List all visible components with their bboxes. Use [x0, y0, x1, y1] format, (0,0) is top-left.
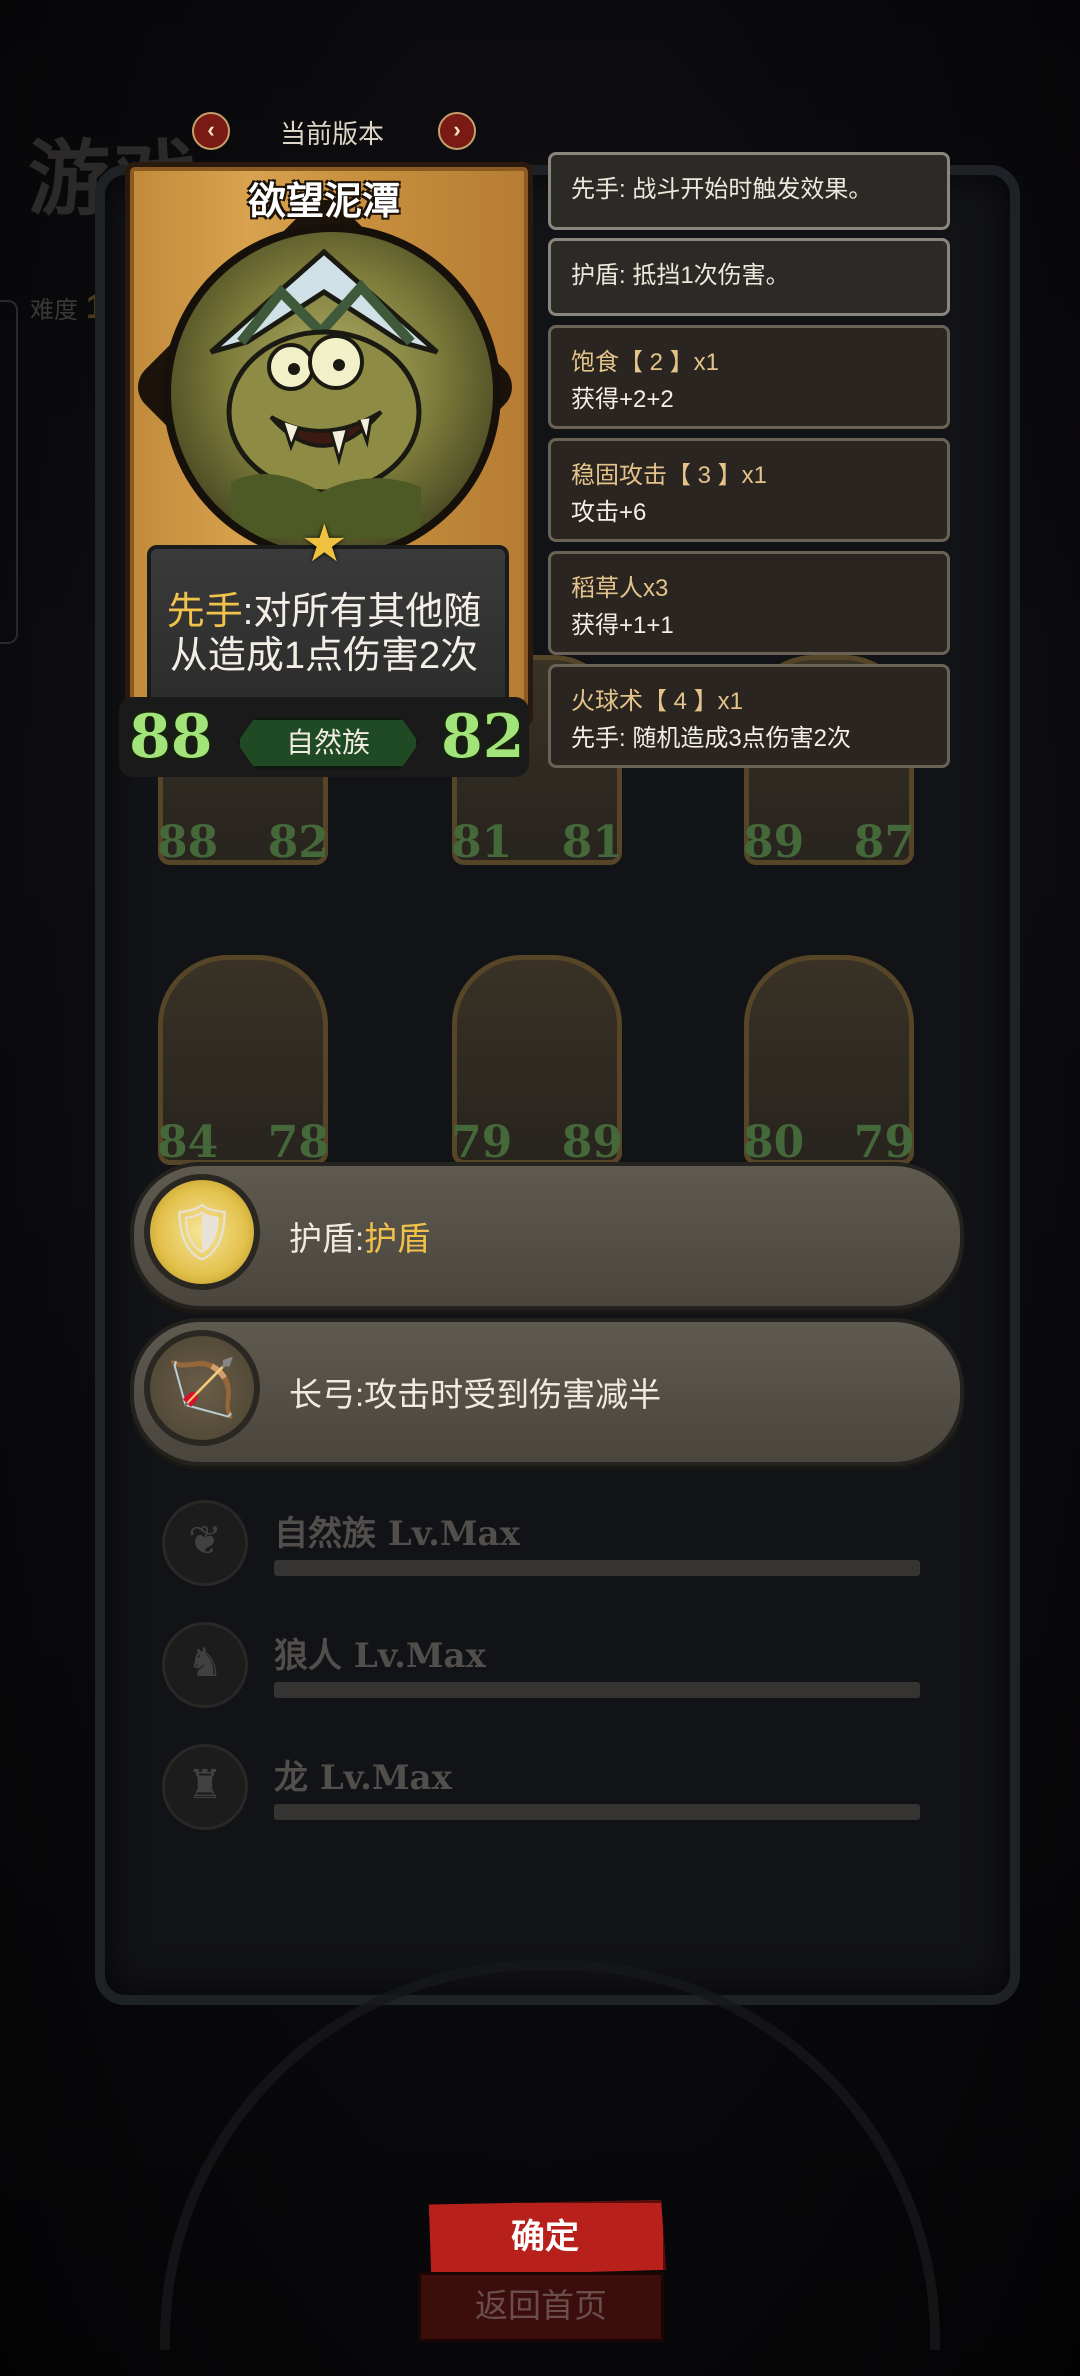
- item-effect: 先手: 随机造成3点伤害2次: [571, 725, 852, 752]
- ability-bar-longbow[interactable]: 🏹 长弓:攻击时受到伤害减半: [130, 1318, 964, 1466]
- ability-text: 长弓:攻击时受到伤害减半: [289, 1368, 661, 1416]
- ability-text: 护盾:护盾: [289, 1212, 430, 1260]
- item-name: 稻草人x3: [571, 575, 669, 602]
- grid-card-attack: 80: [743, 1117, 805, 1168]
- item-effect: 获得+2+2: [571, 386, 674, 413]
- grid-card-attack: 84: [157, 1117, 219, 1168]
- item-name: 稳固攻击【 3 】x1: [571, 462, 768, 489]
- difficulty-label: 难度1: [30, 288, 105, 327]
- tooltip-text: 护盾: 抵挡1次伤害。: [571, 262, 790, 289]
- ability-bar-shield[interactable]: 🛡 护盾:护盾: [130, 1162, 964, 1310]
- tooltip-text: 先手: 战斗开始时触发效果。: [571, 176, 873, 203]
- card-health: 82: [441, 702, 525, 772]
- swamp-monster-art: [209, 248, 439, 538]
- item-effect: 获得+1+1: [571, 612, 674, 639]
- grid-card-attack: 88: [157, 817, 219, 868]
- grid-card-health: 79: [853, 1117, 915, 1168]
- item-tooltip: 饱食【 2 】x1 获得+2+2: [548, 325, 950, 429]
- grid-card[interactable]: 79 89: [451, 955, 623, 1168]
- werewolf-emblem-icon: ♞: [162, 1622, 248, 1708]
- grid-card-attack: 81: [451, 817, 513, 868]
- item-name: 饱食【 2 】x1: [571, 349, 720, 376]
- item-tooltip: 火球术【 4 】x1 先手: 随机造成3点伤害2次: [548, 664, 950, 768]
- card-attack: 88: [129, 702, 213, 772]
- grid-card[interactable]: 84 78: [157, 955, 329, 1168]
- grid-card-health: 81: [561, 817, 623, 868]
- ability-value: 攻击时受到伤害减半: [364, 1376, 662, 1413]
- shield-hero-icon: 🛡: [144, 1174, 260, 1290]
- grid-card-health: 82: [267, 817, 329, 868]
- nature-emblem-icon: ❦: [162, 1500, 248, 1586]
- minion-card-detail: 欲望泥潭 ★ 先手:对所有其他随从造成1点伤害2次 88 自然族 82: [119, 162, 533, 780]
- confirm-button[interactable]: 确定: [428, 2200, 666, 2276]
- card-name: 欲望泥潭: [247, 181, 400, 223]
- grid-card-attack: 79: [451, 1117, 513, 1168]
- card-description: 先手:对所有其他随从造成1点伤害2次: [151, 590, 497, 678]
- left-side-tab[interactable]: [0, 300, 18, 644]
- chevron-right-icon[interactable]: ›: [438, 112, 476, 150]
- grid-card-health: 87: [853, 817, 915, 868]
- item-tooltip: 稳固攻击【 3 】x1 攻击+6: [548, 438, 950, 542]
- tribe-level-row: ♜ 龙 Lv.Max: [162, 1744, 922, 1834]
- grid-card-attack: 89: [743, 817, 805, 868]
- tribe-level-progress: [274, 1682, 920, 1698]
- ability-value: 护盾: [364, 1220, 431, 1257]
- ability-separator: :: [355, 1376, 365, 1413]
- grid-card-health: 89: [561, 1117, 623, 1168]
- difficulty-text: 难度: [30, 297, 78, 324]
- tribe-level-label: 狼人 Lv.Max: [274, 1636, 486, 1676]
- return-home-button[interactable]: 返回首页: [418, 2272, 664, 2342]
- item-name: 火球术【 4 】x1: [571, 688, 744, 715]
- grid-card[interactable]: 80 79: [743, 955, 915, 1168]
- version-label: 当前版本: [280, 119, 385, 149]
- item-effect: 攻击+6: [571, 499, 647, 526]
- keyword-tooltip: 先手: 战斗开始时触发效果。: [548, 152, 950, 230]
- ability-separator: :: [355, 1220, 365, 1257]
- card-tribe-badge: 自然族: [237, 717, 419, 769]
- star-icon: ★: [301, 515, 348, 573]
- keyword-tooltip: 护盾: 抵挡1次伤害。: [548, 238, 950, 316]
- dragon-emblem-icon: ♜: [162, 1744, 248, 1830]
- ability-name: 长弓: [289, 1376, 355, 1413]
- chevron-left-icon[interactable]: ‹: [192, 112, 230, 150]
- ability-name: 护盾: [289, 1220, 355, 1257]
- tribe-level-progress: [274, 1560, 920, 1576]
- grid-card-health: 78: [267, 1117, 329, 1168]
- card-portrait: [163, 224, 501, 562]
- tribe-level-row: ❦ 自然族 Lv.Max: [162, 1500, 922, 1590]
- tribe-level-label: 自然族 Lv.Max: [274, 1514, 520, 1554]
- tribe-level-progress: [274, 1804, 920, 1820]
- tribe-level-row: ♞ 狼人 Lv.Max: [162, 1622, 922, 1712]
- tribe-level-label: 龙 Lv.Max: [274, 1758, 452, 1798]
- item-tooltip: 稻草人x3 获得+1+1: [548, 551, 950, 655]
- longbow-icon: 🏹: [144, 1330, 260, 1446]
- card-keyword: 先手: [166, 591, 243, 633]
